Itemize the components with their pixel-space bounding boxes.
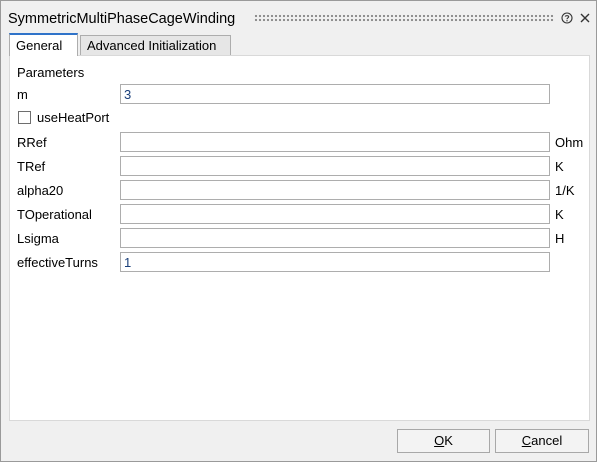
dialog-window: SymmetricMultiPhaseCageWinding General A… [0,0,597,462]
alpha20-unit: 1/K [555,183,575,198]
drag-grip[interactable] [254,14,554,22]
tref-input[interactable] [120,156,550,176]
tref-unit: K [555,159,564,174]
ok-button-mnemonic: O [434,433,445,448]
toperational-unit: K [555,207,564,222]
use-heat-port-label: useHeatPort [37,110,110,125]
use-heat-port-checkbox[interactable] [18,111,31,124]
m-input[interactable] [120,84,550,104]
ok-button[interactable]: OK [397,429,490,453]
lsigma-input[interactable] [120,228,550,248]
cancel-button-label: ancel [531,433,563,448]
lsigma-unit: H [555,231,565,246]
general-panel: Parameters m useHeatPort RRef Ohm TRef K… [9,55,590,421]
alpha20-input[interactable] [120,180,550,200]
rref-input[interactable] [120,132,550,152]
m-label: m [17,87,28,102]
rref-unit: Ohm [555,135,584,150]
effective-turns-input[interactable] [120,252,550,272]
rref-label: RRef [17,135,47,150]
cancel-button[interactable]: Cancel [495,429,589,453]
tab-advanced-initialization[interactable]: Advanced Initialization [80,35,231,55]
effective-turns-label: effectiveTurns [17,255,98,270]
lsigma-label: Lsigma [17,231,59,246]
title-bar[interactable]: SymmetricMultiPhaseCageWinding [1,1,596,35]
tref-label: TRef [17,159,46,174]
toperational-label: TOperational [17,207,92,222]
close-icon[interactable] [578,11,592,25]
help-icon[interactable] [560,11,574,25]
toperational-input[interactable] [120,204,550,224]
tab-bar: General Advanced Initialization [9,33,589,56]
tab-general[interactable]: General [9,33,78,56]
ok-button-label: K [444,433,453,448]
cancel-button-mnemonic: C [521,433,532,448]
alpha20-label: alpha20 [17,183,64,198]
window-title: SymmetricMultiPhaseCageWinding [8,11,236,27]
parameters-section-label: Parameters [17,65,85,80]
